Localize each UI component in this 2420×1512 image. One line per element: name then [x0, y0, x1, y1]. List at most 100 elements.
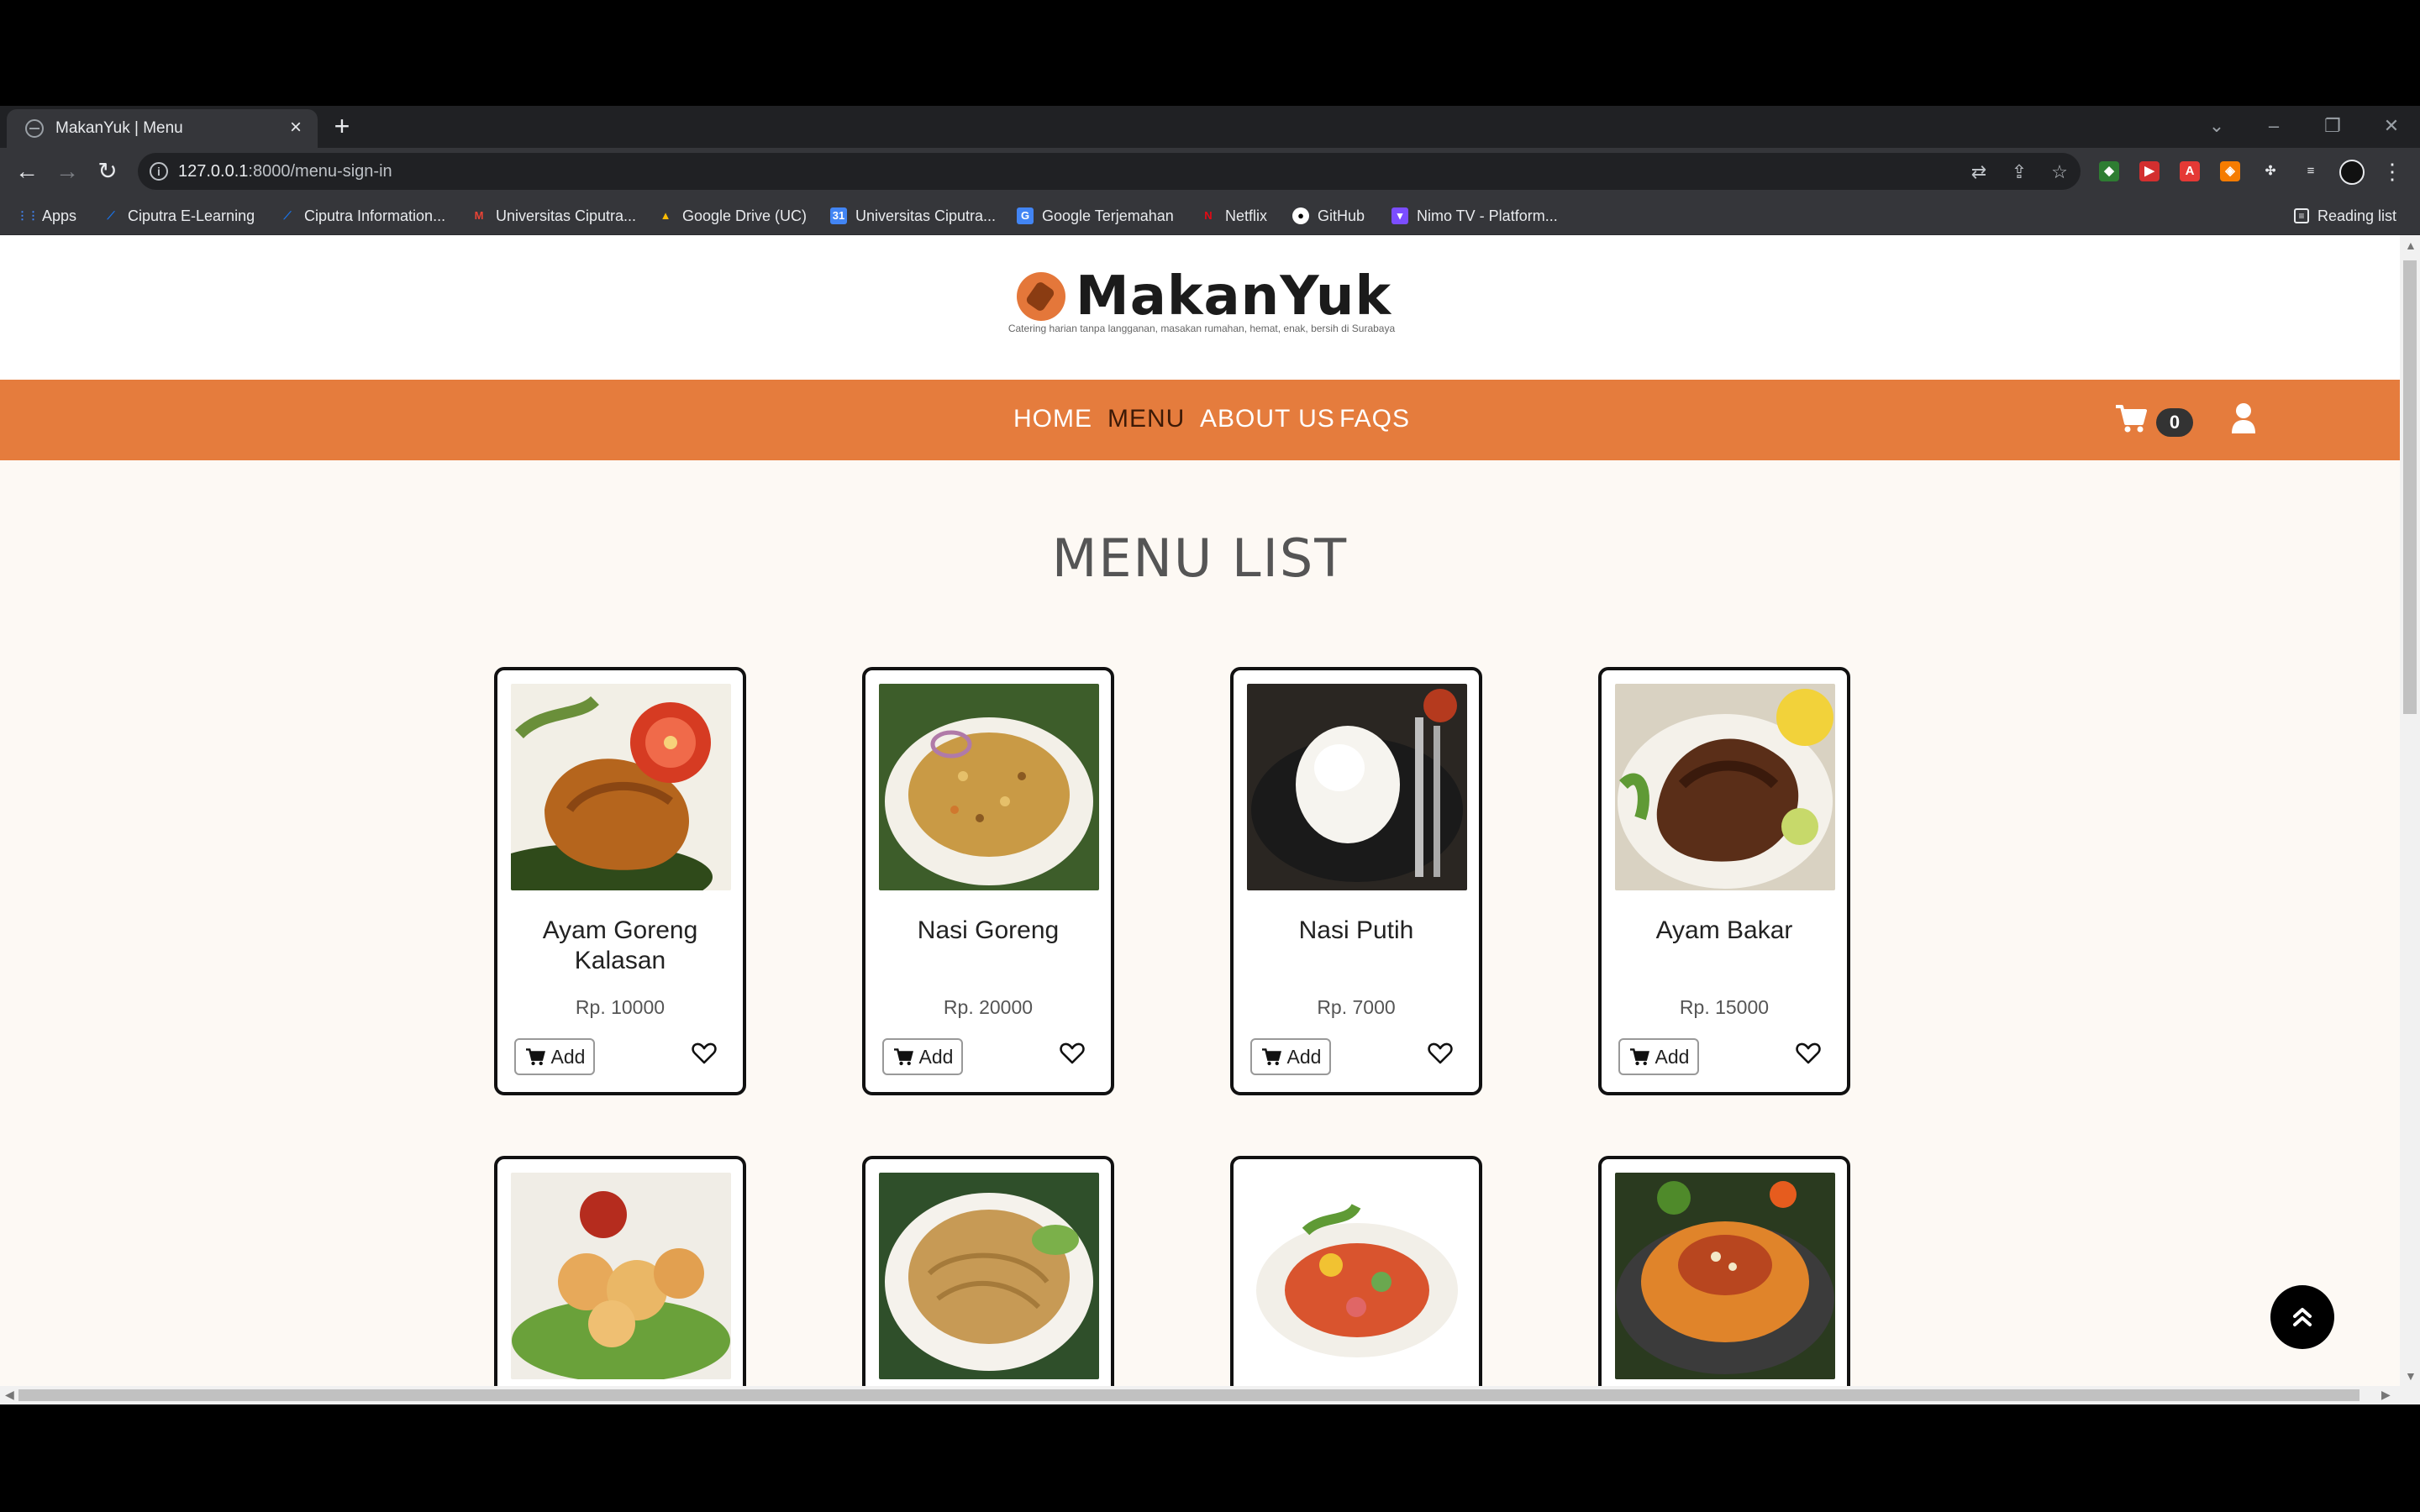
food-image-udang-goreng	[511, 1173, 731, 1379]
tab-close-icon[interactable]: ×	[284, 116, 308, 139]
add-label: Add	[550, 1045, 586, 1068]
menu-card	[1598, 1156, 1850, 1386]
browser-menu-icon[interactable]: ⋮	[2381, 156, 2403, 186]
scroll-right-arrow-icon[interactable]: ▶	[2381, 1388, 2391, 1402]
nimo-tv-icon: ▾	[1392, 207, 1408, 224]
tab-title: MakanYuk | Menu	[55, 119, 183, 137]
heart-icon[interactable]	[691, 1040, 718, 1067]
menu-card: Nasi Putih Rp. 7000 Add	[1230, 667, 1482, 1095]
menu-item-price: Rp. 15000	[1679, 996, 1770, 1018]
site-info-icon[interactable]: i	[150, 162, 168, 181]
bookmark-universitas-ciputra-mail[interactable]: M Universitas Ciputra...	[471, 205, 636, 227]
profile-avatar[interactable]	[2339, 160, 2365, 185]
screen-letterbox-top	[0, 0, 2420, 106]
heart-icon[interactable]	[1427, 1040, 1454, 1067]
cart-icon[interactable]	[2114, 403, 2148, 433]
makanyuk-logo-icon[interactable]	[1017, 272, 1065, 321]
brand-tagline: Catering harian tanpa langganan, masakan…	[1007, 323, 1396, 334]
calendar-icon: 31	[830, 207, 847, 224]
menu-item-name: Nasi Putih	[1298, 916, 1414, 944]
translate-icon[interactable]: ⇄	[1968, 161, 1990, 183]
add-to-cart-button[interactable]: Add	[1250, 1038, 1331, 1075]
address-bar[interactable]: i 127.0.0.1:8000/menu-sign-in ⇄ ⇪ ☆	[138, 153, 2081, 190]
add-to-cart-button[interactable]: Add	[882, 1038, 963, 1075]
forward-button[interactable]: →	[50, 155, 84, 188]
extensions-puzzle-icon[interactable]: ✣	[2260, 161, 2281, 181]
page-title: MENU LIST	[1051, 528, 1349, 589]
menu-card	[494, 1156, 746, 1386]
bookmark-ciputra-elearning[interactable]: ⟋ Ciputra E-Learning	[103, 205, 255, 227]
heart-icon[interactable]	[1795, 1040, 1822, 1067]
scroll-up-arrow-icon[interactable]: ▲	[2405, 239, 2417, 252]
food-image-ayam-goreng-kalasan	[511, 684, 731, 890]
menu-item-price: Rp. 20000	[943, 996, 1034, 1018]
back-button[interactable]: ←	[10, 155, 44, 188]
food-image-ikan-asam-manis	[1247, 1173, 1467, 1379]
brand-logo[interactable]: MakanYuk	[1076, 265, 1392, 328]
github-icon: ●	[1292, 207, 1309, 224]
add-label: Add	[1655, 1045, 1690, 1068]
tab-strip: MakanYuk | Menu × + ⌄ – ❐ ✕	[0, 106, 2420, 148]
browser-toolbar: ← → ↻ i 127.0.0.1:8000/menu-sign-in ⇄ ⇪ …	[0, 148, 2420, 195]
nav-home[interactable]: HOME	[1013, 405, 1092, 433]
vertical-scroll-thumb[interactable]	[2403, 260, 2417, 714]
scroll-left-arrow-icon[interactable]: ◀	[5, 1388, 14, 1402]
nav-menu[interactable]: MENU	[1107, 405, 1185, 433]
extension-icon[interactable]: ◆	[2099, 161, 2119, 181]
ciputra-icon: ⟋	[107, 209, 115, 222]
site-header: MakanYuk Catering harian tanpa langganan…	[0, 235, 2400, 380]
bookmark-label: Ciputra Information...	[304, 207, 446, 224]
add-to-cart-button[interactable]: Add	[514, 1038, 595, 1075]
extension-icon[interactable]: ▶	[2139, 161, 2160, 181]
google-translate-icon: G	[1017, 207, 1034, 224]
new-tab-button[interactable]: +	[328, 113, 356, 141]
share-icon[interactable]: ⇪	[2008, 161, 2030, 183]
pdf-extension-icon[interactable]: A	[2180, 161, 2200, 181]
menu-card: Ayam Goreng Kalasan Rp. 10000 Add	[494, 667, 746, 1095]
bookmark-github[interactable]: ● GitHub	[1292, 205, 1365, 227]
bookmark-ciputra-information[interactable]: ⟋ Ciputra Information...	[279, 205, 445, 227]
user-account-icon[interactable]	[2230, 402, 2257, 435]
reading-list-button[interactable]: ≡ Reading list	[2294, 205, 2396, 227]
food-image-spaghetti	[1615, 1173, 1835, 1379]
metamask-icon[interactable]: ◈	[2220, 161, 2240, 181]
reading-list-icon: ≡	[2294, 208, 2309, 223]
heart-icon[interactable]	[1059, 1040, 1086, 1067]
tab-search-icon[interactable]: ⌄	[2200, 111, 2233, 141]
food-image-nasi-putih	[1247, 684, 1467, 890]
menu-card: Nasi Goreng Rp. 20000 Add	[862, 667, 1114, 1095]
reload-button[interactable]: ↻	[91, 155, 124, 188]
vertical-scrollbar[interactable]: ▲ ▼	[2400, 235, 2420, 1386]
double-chevron-up-icon	[2293, 1308, 2312, 1326]
cart-icon	[1629, 1048, 1649, 1066]
bookmark-apps[interactable]: ⋮⋮ Apps	[17, 205, 76, 227]
cart-icon	[893, 1048, 913, 1066]
cart-icon	[1261, 1048, 1281, 1066]
bookmark-star-icon[interactable]: ☆	[2049, 161, 2070, 183]
bookmark-google-terjemahan[interactable]: G Google Terjemahan	[1017, 205, 1174, 227]
page-viewport: MakanYuk Catering harian tanpa langganan…	[0, 235, 2400, 1386]
scroll-down-arrow-icon[interactable]: ▼	[2405, 1369, 2417, 1383]
bookmark-label: GitHub	[1318, 207, 1365, 224]
cart-count-badge[interactable]: 0	[2156, 408, 2193, 437]
add-to-cart-button[interactable]: Add	[1618, 1038, 1699, 1075]
bookmark-universitas-ciputra-calendar[interactable]: 31 Universitas Ciputra...	[830, 205, 996, 227]
horizontal-scroll-thumb[interactable]	[18, 1389, 2360, 1401]
globe-icon	[25, 119, 44, 138]
minimize-button[interactable]: –	[2257, 111, 2291, 141]
bookmark-netflix[interactable]: N Netflix	[1200, 205, 1267, 227]
url-text[interactable]: 127.0.0.1:8000/menu-sign-in	[178, 162, 392, 181]
scroll-to-top-button[interactable]	[2270, 1285, 2334, 1349]
nav-about-us[interactable]: ABOUT US	[1200, 405, 1335, 433]
nav-faqs[interactable]: FAQS	[1339, 405, 1410, 433]
media-control-icon[interactable]: ≡	[2301, 161, 2321, 181]
bookmark-nimo-tv[interactable]: ▾ Nimo TV - Platform...	[1392, 205, 1558, 227]
restore-button[interactable]: ❐	[2316, 111, 2349, 141]
browser-tab[interactable]: MakanYuk | Menu ×	[7, 109, 318, 148]
horizontal-scrollbar[interactable]: ◀ ▶	[0, 1386, 2420, 1404]
add-label: Add	[1286, 1045, 1322, 1068]
ciputra-icon: ⟋	[283, 209, 292, 222]
menu-item-price: Rp. 10000	[575, 996, 666, 1018]
close-window-button[interactable]: ✕	[2375, 111, 2408, 141]
bookmark-google-drive[interactable]: ▲ Google Drive (UC)	[657, 205, 807, 227]
